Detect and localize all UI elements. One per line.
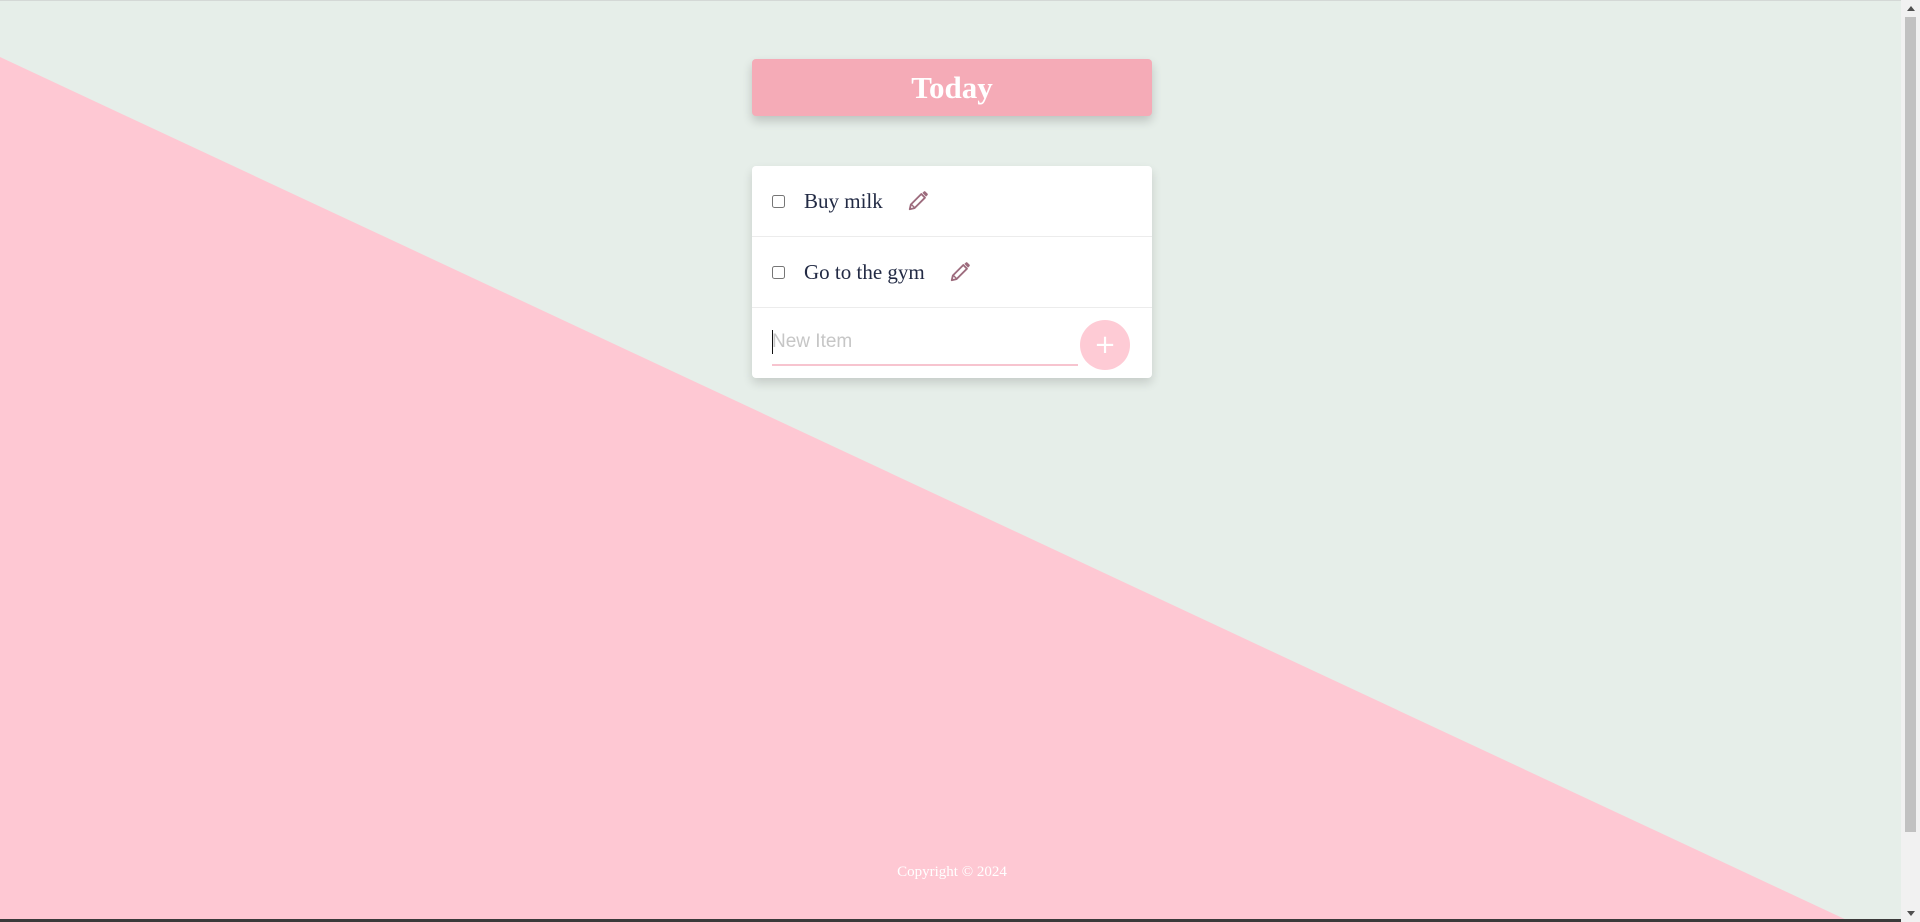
new-item-input[interactable] — [772, 320, 1078, 366]
pencil-icon[interactable] — [907, 190, 929, 212]
todo-list: Buy milk Go to the gym + — [752, 166, 1152, 378]
copyright-footer: Copyright © 2024 — [897, 864, 1007, 880]
new-item-form: + — [752, 308, 1152, 378]
scrollbar-thumb[interactable] — [1905, 17, 1916, 832]
add-item-button[interactable]: + — [1080, 320, 1130, 370]
text-cursor — [772, 330, 773, 354]
pencil-icon[interactable] — [949, 261, 971, 283]
list-item: Go to the gym — [752, 237, 1152, 308]
top-border — [0, 0, 1901, 1]
vertical-scrollbar[interactable] — [1901, 0, 1920, 922]
header-box: Today — [752, 59, 1152, 116]
item-checkbox[interactable] — [772, 194, 785, 208]
list-item: Buy milk — [752, 166, 1152, 237]
page-title: Today — [911, 69, 993, 105]
item-label: Go to the gym — [804, 259, 925, 284]
scroll-down-icon[interactable] — [1901, 905, 1920, 922]
scroll-up-icon[interactable] — [1901, 0, 1920, 17]
item-label: Buy milk — [804, 188, 883, 213]
background-decoration — [0, 57, 1851, 922]
item-checkbox[interactable] — [772, 265, 785, 279]
